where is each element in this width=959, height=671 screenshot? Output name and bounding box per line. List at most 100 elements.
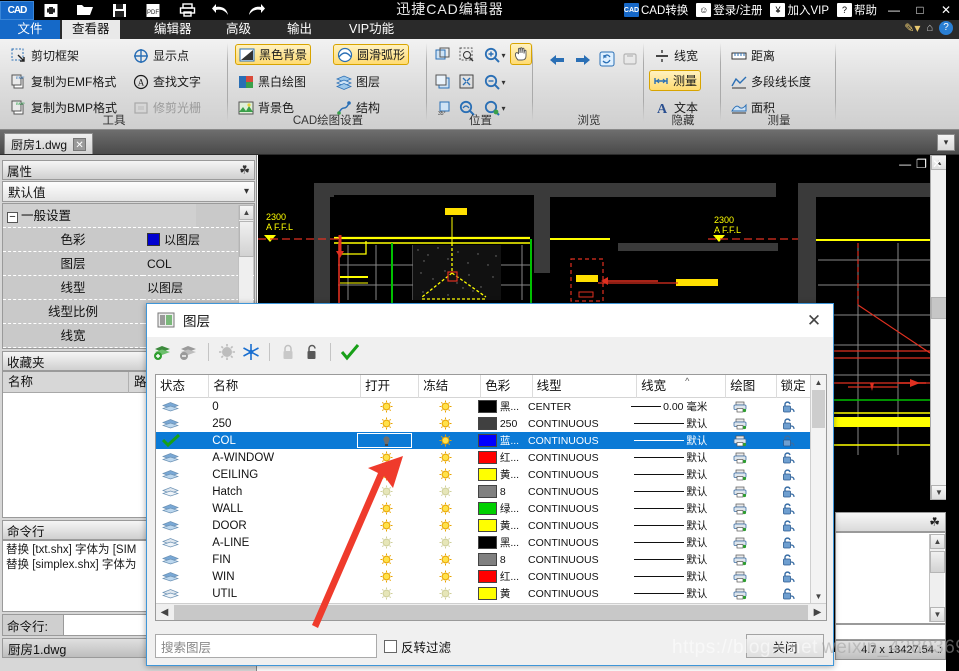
cell-freeze[interactable] [413,534,474,551]
layers-table-hscrollbar[interactable]: ◀ ▶ [156,603,826,620]
pin-icon[interactable]: ☘ [239,163,250,177]
cell-lineweight[interactable]: 默认 [626,585,713,602]
pdf-icon[interactable]: PDF [136,0,170,20]
cell-linetype[interactable]: CONTINUOUS [524,585,626,602]
cell-name[interactable]: Hatch [208,483,356,500]
cell-lock[interactable] [763,568,811,585]
cell-status[interactable] [156,517,208,534]
right-panel-body[interactable]: ▲ ▼ [835,532,946,624]
cell-lock[interactable] [763,449,811,466]
cell-status[interactable] [156,432,208,449]
column-header-lineweight[interactable]: 线宽 ^ [637,375,727,398]
minimize-button[interactable]: — [881,0,907,20]
cell-linetype[interactable]: CONTINUOUS [524,517,626,534]
scroll-down-arrow-icon[interactable]: ▼ [811,589,826,603]
ribbon-measure[interactable]: 测量 [649,70,702,91]
cell-lock[interactable] [763,415,811,432]
cell-on[interactable] [356,585,413,602]
cell-name[interactable]: A-WINDOW [208,449,356,466]
cell-lineweight[interactable]: 默认 [626,568,713,585]
document-tab-close-icon[interactable]: ✕ [73,137,87,151]
cell-color[interactable]: 黄... [474,517,524,534]
property-row-layer[interactable]: 图层 COL [3,252,254,276]
set-current-icon[interactable] [340,343,360,361]
cell-linetype[interactable]: CONTINUOUS [524,415,626,432]
cell-lineweight[interactable]: 默认 [626,466,713,483]
cell-plot[interactable] [713,517,762,534]
cell-freeze[interactable] [413,483,474,500]
cell-plot[interactable] [713,551,762,568]
cell-linetype[interactable]: CENTER [524,398,626,415]
cell-status[interactable] [156,551,208,568]
cell-plot[interactable] [713,568,762,585]
cell-plot[interactable] [713,534,762,551]
cell-linetype[interactable]: CONTINUOUS [524,466,626,483]
cell-color[interactable]: 红... [474,449,524,466]
table-row[interactable]: A-LINE 黑... CONTINUOUS 默认 [156,534,811,551]
column-header-on[interactable]: 打开 [361,375,420,398]
right-scroll-thumb[interactable] [930,551,945,573]
cell-lock[interactable] [763,517,811,534]
cell-lock[interactable] [763,432,811,449]
checkbox-box[interactable] [384,640,397,653]
undo-icon[interactable] [204,0,238,20]
table-row[interactable]: 250 250 CONTINUOUS 默认 [156,415,811,432]
layers-table-vscrollbar[interactable]: ▲ ▼ [810,375,826,603]
cell-plot[interactable] [713,449,762,466]
open-folder-icon[interactable] [68,0,102,20]
cell-lineweight[interactable]: 默认 [626,500,713,517]
cell-lock[interactable] [763,585,811,602]
collapse-toggle-icon[interactable]: − [7,212,18,223]
cell-status[interactable] [156,415,208,432]
preset-combobox[interactable]: 默认值 ▾ [2,181,255,202]
canvas-scroll-thumb[interactable] [931,297,946,319]
table-row[interactable]: A-WINDOW 红... CONTINUOUS 默认 [156,449,811,466]
close-button[interactable]: ✕ [933,0,959,20]
cell-name[interactable]: 0 [208,398,356,415]
edit-pencil-icon[interactable]: ✎▾ [904,21,920,35]
ribbon-bw-drawing[interactable]: 黑白绘图 [235,71,309,92]
ribbon-show-points[interactable]: 显示点 [130,45,192,66]
cell-status[interactable] [156,483,208,500]
zoom-out-button[interactable]: ▾ [480,71,510,93]
cell-color[interactable]: 黄 [474,585,524,602]
cell-status[interactable] [156,398,208,415]
menu-tab-advanced[interactable]: 高级 [216,20,261,39]
table-row[interactable]: WIN 红... CONTINUOUS 默认 [156,568,811,585]
cell-plot[interactable] [713,398,762,415]
cell-lineweight[interactable]: 默认 [626,432,713,449]
cell-on[interactable] [356,568,413,585]
copy-view-button[interactable] [432,71,454,93]
cell-status[interactable] [156,466,208,483]
cell-name[interactable]: COL [208,432,356,449]
doc-tabs-overflow-button[interactable]: ▾ [937,134,955,151]
cell-lineweight[interactable]: 默认 [626,449,713,466]
cell-freeze[interactable] [413,585,474,602]
table-row[interactable]: UTIL 黄 CONTINUOUS 默认 [156,585,811,602]
cell-lock[interactable] [763,466,811,483]
delete-layer-icon[interactable] [179,343,199,361]
menu-tab-editor[interactable]: 编辑器 [144,20,202,39]
cell-plot[interactable] [713,500,762,517]
cell-status[interactable] [156,534,208,551]
scroll-up-arrow-icon[interactable]: ▲ [930,534,945,549]
cell-color[interactable]: 250 [474,415,524,432]
cell-name[interactable]: WIN [208,568,356,585]
table-row[interactable]: COL 蓝... CONTINUOUS 默认 [156,432,811,449]
cell-on[interactable] [356,551,413,568]
right-panel-scrollbar[interactable]: ▲ ▼ [929,534,945,622]
table-row[interactable]: DOOR 黄... CONTINUOUS 默认 [156,517,811,534]
layer-search-input[interactable]: 搜索图层 [155,634,377,658]
cell-freeze[interactable] [413,551,474,568]
cell-lineweight[interactable]: 默认 [626,517,713,534]
window-zoom-button[interactable] [432,44,454,66]
help-circle-icon[interactable]: ? [939,21,953,35]
titlebar-item-cad-convert[interactable]: CAD CAD转换 [620,2,692,18]
cell-on[interactable] [356,500,413,517]
cell-color[interactable]: 红... [474,568,524,585]
scroll-right-arrow-icon[interactable]: ▶ [809,605,826,620]
mdi-restore-button[interactable]: ❐ [916,158,927,170]
cell-on[interactable] [356,534,413,551]
table-row[interactable]: Hatch 8 CONTINUOUS 默认 [156,483,811,500]
menu-tab-viewer[interactable]: 查看器 [62,20,120,39]
